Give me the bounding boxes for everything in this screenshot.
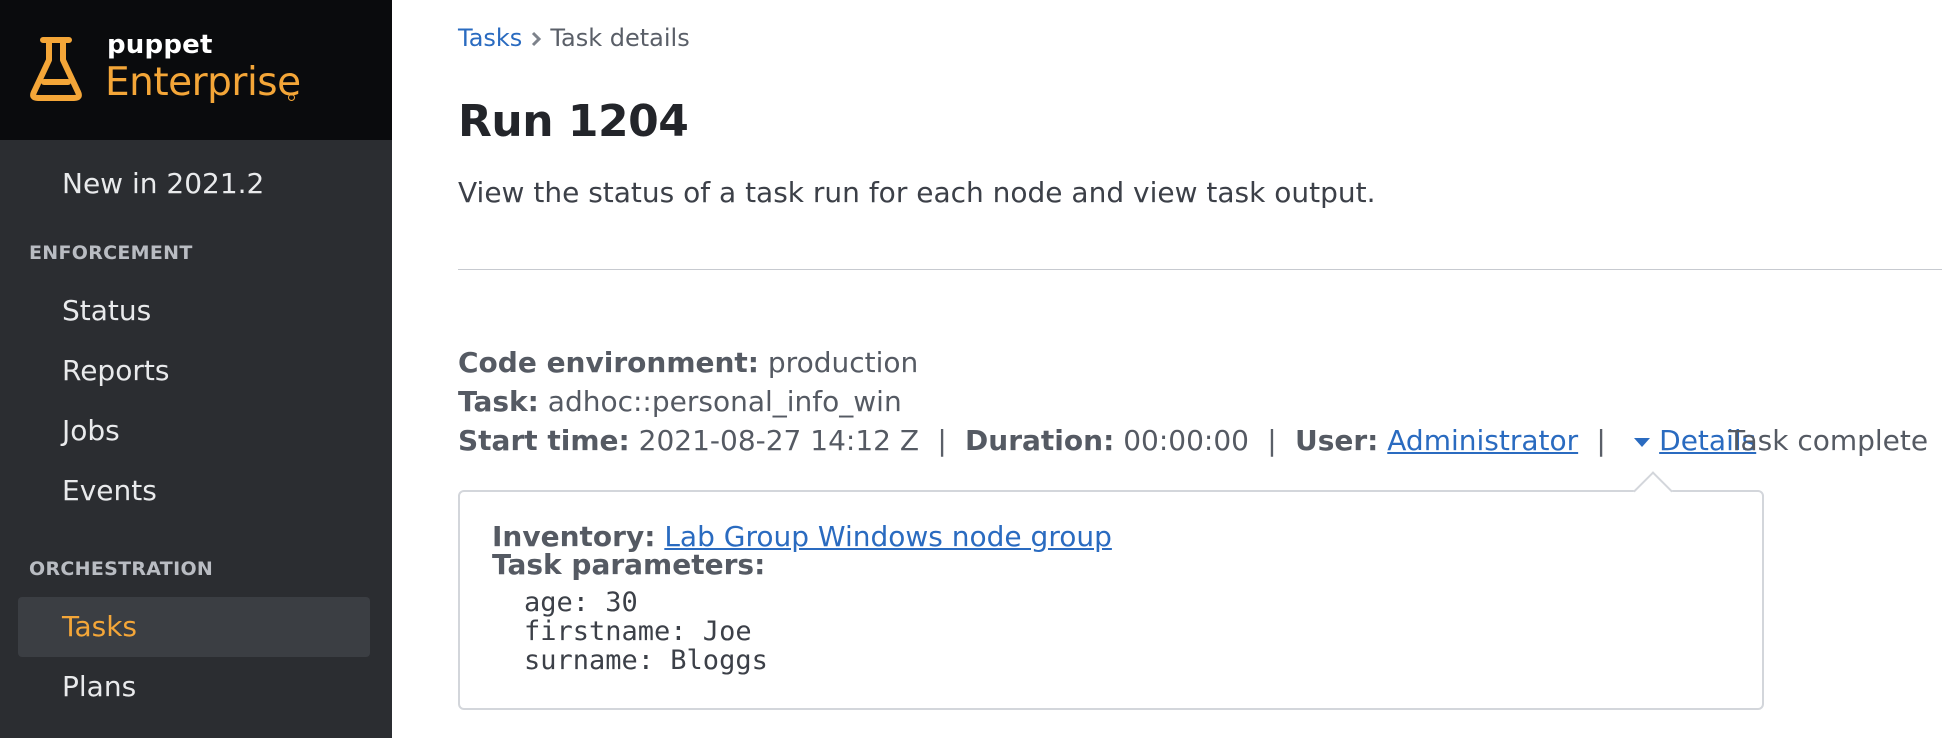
breadcrumb-current: Task details	[550, 24, 690, 52]
page-title: Run 1204	[458, 96, 689, 147]
details-panel-pointer	[1633, 471, 1673, 511]
details-panel: Inventory: Lab Group Windows node group …	[458, 471, 1764, 710]
brand-name-main: Enterprise	[105, 60, 301, 105]
task-parameters-label: Task parameters:	[492, 548, 766, 581]
task-parameters-list: age: 30 firstname: Joe surname: Bloggs	[524, 588, 768, 675]
code-environment-label: Code environment:	[458, 346, 759, 379]
sidebar-item-tasks[interactable]: Tasks	[18, 597, 370, 657]
task-status: Task complete	[1728, 424, 1929, 457]
duration-label: Duration:	[965, 424, 1115, 457]
duration-value: 00:00:00	[1123, 424, 1249, 457]
sidebar-item-events[interactable]: Events	[18, 461, 370, 521]
task-label: Task:	[458, 385, 539, 418]
start-time-label: Start time:	[458, 424, 630, 457]
code-environment-value: production	[767, 346, 919, 379]
breadcrumb: Tasks Task details	[458, 24, 690, 52]
code-environment-row: Code environment: production	[458, 346, 918, 379]
separator: |	[1267, 424, 1277, 457]
brand-name-top: puppet	[107, 30, 213, 60]
brand-header[interactable]: puppet Enterprise	[0, 0, 392, 140]
registered-mark-icon	[288, 94, 295, 101]
run-info-row: Start time: 2021-08-27 14:12 Z | Duration:…	[458, 424, 1756, 457]
parameter-item: age: 30	[524, 587, 638, 618]
task-row: Task: adhoc::personal_info_win	[458, 385, 902, 418]
user-link[interactable]: Administrator	[1387, 424, 1578, 457]
caret-down-icon	[1634, 437, 1651, 447]
sidebar-section-orchestration: ORCHESTRATION	[29, 558, 214, 580]
parameter-item: surname: Bloggs	[524, 645, 768, 676]
start-time-value: 2021-08-27 14:12 Z	[638, 424, 920, 457]
separator: |	[937, 424, 947, 457]
sidebar: puppet Enterprise New in 2021.2 ENFORCEM…	[0, 0, 392, 738]
flask-logo-icon	[30, 37, 82, 101]
user-label: User:	[1294, 424, 1379, 457]
sidebar-item-jobs[interactable]: Jobs	[18, 401, 370, 461]
sidebar-item-status[interactable]: Status	[18, 281, 370, 341]
page-subtitle: View the status of a task run for each n…	[458, 176, 1376, 209]
parameter-item: firstname: Joe	[524, 616, 752, 647]
sidebar-item-new-in[interactable]: New in 2021.2	[18, 154, 370, 214]
sidebar-item-plans[interactable]: Plans	[18, 657, 370, 717]
divider	[458, 269, 1942, 270]
chevron-right-icon	[522, 24, 550, 52]
main-content: Tasks Task details Run 1204 View the stat…	[392, 0, 1942, 738]
separator: |	[1596, 424, 1606, 457]
sidebar-section-enforcement: ENFORCEMENT	[29, 242, 193, 264]
breadcrumb-link-tasks[interactable]: Tasks	[458, 24, 522, 52]
sidebar-item-reports[interactable]: Reports	[18, 341, 370, 401]
task-value: adhoc::personal_info_win	[547, 385, 902, 418]
